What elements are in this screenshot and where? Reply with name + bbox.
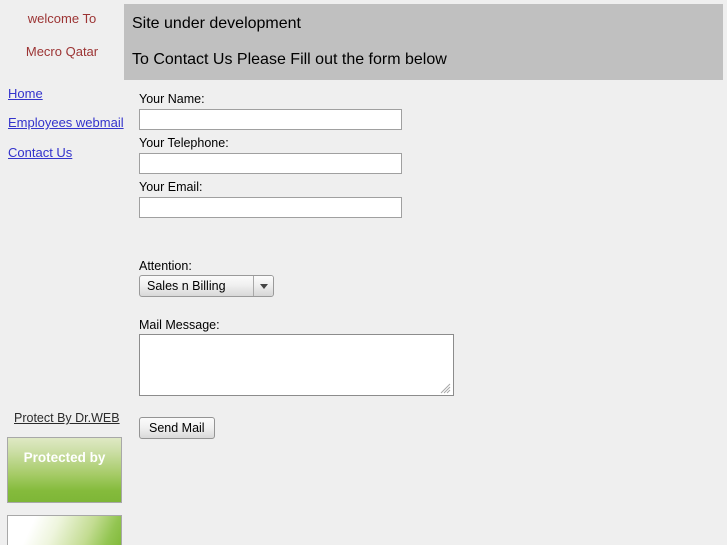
- welcome-heading-line-2: Mecro Qatar: [25, 44, 99, 59]
- attention-select[interactable]: Sales n Billing: [139, 275, 274, 297]
- drweb-protected-by-banner[interactable]: Protected by: [7, 437, 122, 503]
- page-subtitle: To Contact Us Please Fill out the form b…: [132, 51, 447, 68]
- email-field-label: Your Email:: [139, 180, 203, 194]
- drweb-secondary-banner[interactable]: [7, 515, 122, 545]
- sidebar-item-contact-us[interactable]: Contact Us: [8, 145, 72, 160]
- send-mail-button[interactable]: Send Mail: [139, 417, 215, 439]
- name-field-label: Your Name:: [139, 92, 205, 106]
- page-header-band: Site under development To Contact Us Ple…: [124, 4, 723, 80]
- drweb-banner-label: Protected by: [23, 450, 106, 465]
- sidebar-item-employees-webmail[interactable]: Employees webmail: [8, 115, 124, 130]
- welcome-heading-line-1: welcome To: [27, 11, 97, 26]
- mail-message-field-label: Mail Message:: [139, 318, 220, 332]
- telephone-input[interactable]: [139, 153, 402, 174]
- page-title: Site under development: [132, 15, 301, 32]
- attention-field-label: Attention:: [139, 259, 192, 273]
- sidebar: welcome To Mecro Qatar Home Employees we…: [0, 0, 124, 545]
- name-input[interactable]: [139, 109, 402, 130]
- email-input[interactable]: [139, 197, 402, 218]
- drweb-protection-link[interactable]: Protect By Dr.WEB: [14, 411, 120, 425]
- telephone-field-label: Your Telephone:: [139, 136, 229, 150]
- attention-select-value: Sales n Billing: [147, 279, 226, 293]
- mail-message-textarea[interactable]: [139, 334, 454, 396]
- sidebar-item-home[interactable]: Home: [8, 86, 43, 101]
- chevron-down-icon[interactable]: [253, 276, 273, 296]
